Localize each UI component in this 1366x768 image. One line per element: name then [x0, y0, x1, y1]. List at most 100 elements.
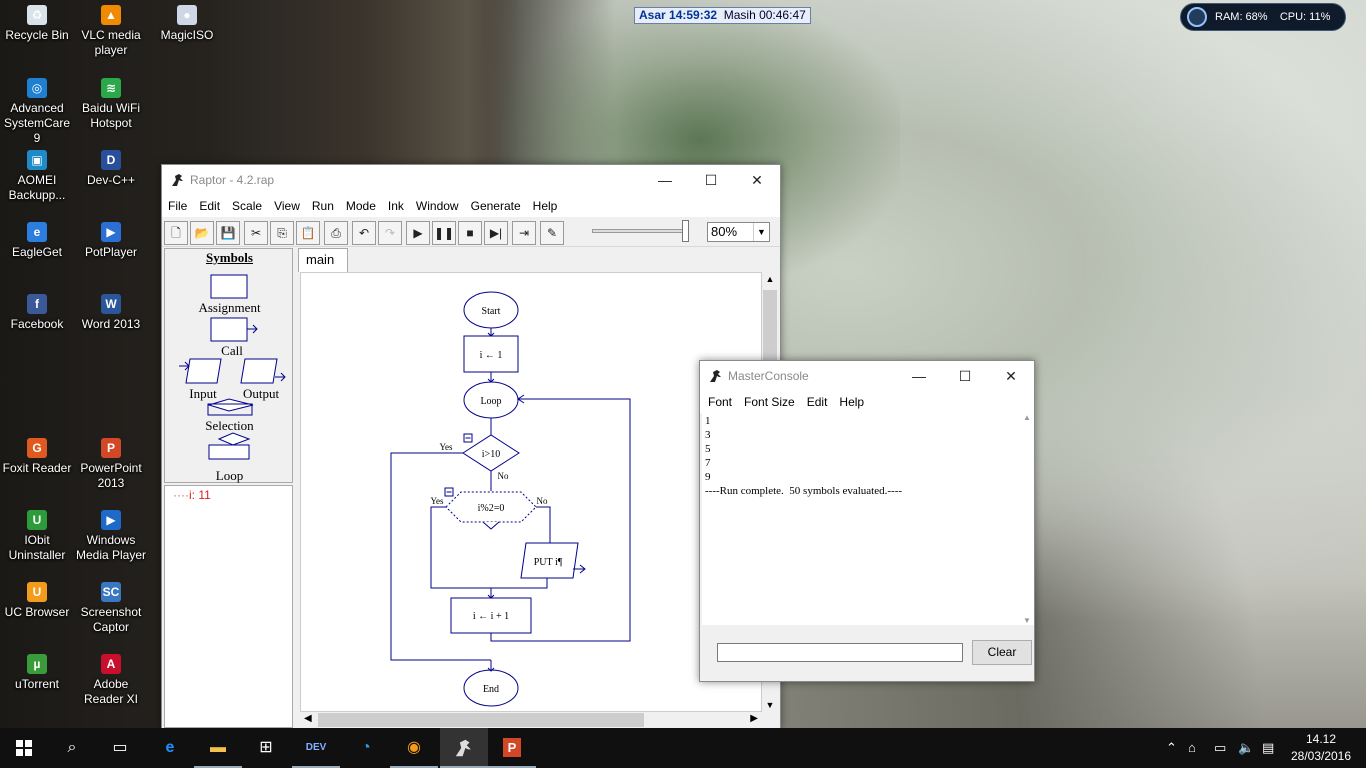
menu-item[interactable]: Edit [801, 391, 834, 413]
windows-start-icon[interactable] [0, 728, 48, 768]
speed-slider-track[interactable] [592, 229, 686, 233]
canvas-horizontal-scrollbar[interactable]: ◀ ▶ [300, 712, 762, 728]
new-file-icon[interactable]: 🗋 [164, 221, 188, 245]
horizontal-scroll-thumb[interactable] [318, 713, 644, 727]
desktop-icon[interactable]: ▶ Windows Media Player [74, 510, 148, 563]
scroll-up-icon[interactable]: ▲ [1020, 413, 1034, 422]
menu-item[interactable]: Edit [193, 195, 226, 217]
edge-icon[interactable]: e [146, 728, 194, 768]
symbol-selection[interactable]: Selection [165, 418, 294, 434]
desktop-icon[interactable]: W Word 2013 [74, 294, 148, 332]
desktop-icon[interactable]: e EagleGet [0, 222, 74, 260]
desktop-icon[interactable]: ▶ PotPlayer [74, 222, 148, 260]
pen-icon[interactable]: ✎ [540, 221, 564, 245]
symbol-call[interactable]: Call [165, 343, 299, 359]
desktop-icon[interactable]: G Foxit Reader [0, 438, 74, 476]
maximize-button[interactable]: ☐ [688, 165, 734, 195]
scroll-left-icon[interactable]: ◀ [304, 713, 312, 724]
desktop-icon[interactable]: A Adobe Reader XI [74, 654, 148, 707]
desktop-icon[interactable]: U IObit Uninstaller [0, 510, 74, 563]
desktop-icon[interactable]: ▲ VLC media player [74, 5, 148, 58]
copy-icon[interactable]: ⎘ [270, 221, 294, 245]
minimize-button[interactable]: — [642, 165, 688, 195]
desktop-icon[interactable]: ≋ Baidu WiFi Hotspot [74, 78, 148, 131]
symbol-output[interactable]: Output [235, 386, 287, 402]
uc-browser-icon[interactable]: ◉ [390, 728, 438, 768]
network-icon[interactable]: ⌂ [1188, 728, 1196, 768]
clear-button[interactable]: Clear [972, 640, 1032, 665]
paste-icon[interactable]: 📋 [296, 221, 320, 245]
raptor-taskbar-icon[interactable] [440, 728, 488, 768]
system-monitor-widget[interactable]: RAM: 68% CPU: 11% [1180, 3, 1346, 31]
desktop-icon[interactable]: ◎ Advanced SystemCare 9 [0, 78, 74, 146]
desktop-icon[interactable]: ● MagicISO [150, 5, 224, 43]
console-line: 7 [705, 457, 711, 469]
menu-item[interactable]: Font [702, 391, 738, 413]
save-icon[interactable]: 💾 [216, 221, 240, 245]
flowchart-canvas[interactable]: Start i ← 1 Loop i>10 Yes No i%2=0 Yes N… [300, 272, 762, 712]
tab-main[interactable]: main [298, 248, 348, 272]
close-button[interactable]: ✕ [734, 165, 780, 195]
stop-icon[interactable]: ■ [458, 221, 482, 245]
desktop-icon[interactable]: f Facebook [0, 294, 74, 332]
symbol-loop[interactable]: Loop [165, 468, 294, 484]
powerpoint-icon[interactable]: P [488, 728, 536, 768]
step-icon[interactable]: ▶| [484, 221, 508, 245]
undo-icon[interactable]: ↶ [352, 221, 376, 245]
cut-icon[interactable]: ✂ [244, 221, 268, 245]
console-scrollbar[interactable]: ▲ ▼ [1020, 413, 1034, 625]
console-output[interactable]: 1 3 5 7 9 ----Run complete. 50 symbols evalua… [702, 413, 1020, 625]
test-server-icon[interactable]: ⇥ [512, 221, 536, 245]
notification-icon[interactable]: ▤ [1262, 728, 1274, 768]
desktop-icon[interactable]: ▣ AOMEI Backupp... [0, 150, 74, 203]
yes-label-2: Yes [430, 496, 444, 506]
menu-item[interactable]: Font Size [738, 391, 801, 413]
display-icon[interactable]: ▭ [1214, 728, 1226, 768]
menu-item[interactable]: Run [306, 195, 340, 217]
open-folder-icon[interactable]: 📂 [190, 221, 214, 245]
devcpp-icon[interactable]: DEV [292, 728, 340, 768]
scroll-right-icon[interactable]: ▶ [750, 713, 758, 724]
pause-icon[interactable]: ❚❚ [432, 221, 456, 245]
menu-item[interactable]: Mode [340, 195, 382, 217]
menu-item[interactable]: Scale [226, 195, 268, 217]
desktop-icon[interactable]: µ uTorrent [0, 654, 74, 692]
symbol-assignment[interactable]: Assignment [165, 300, 294, 316]
eagleget-icon[interactable]: ◔ [342, 728, 390, 768]
raptor-titlebar[interactable]: Raptor - 4.2.rap — ☐ ✕ [162, 165, 780, 195]
maximize-button[interactable]: ☐ [942, 361, 988, 391]
scroll-up-icon[interactable]: ▲ [762, 274, 778, 284]
desktop-icon[interactable]: U UC Browser [0, 582, 74, 620]
desktop-icon[interactable]: D Dev-C++ [74, 150, 148, 188]
task-view-icon[interactable]: ▭ [96, 728, 144, 768]
store-icon[interactable]: ⊞ [242, 728, 290, 768]
desktop-icon[interactable]: P PowerPoint 2013 [74, 438, 148, 491]
menu-item[interactable]: Help [527, 195, 564, 217]
speed-slider-thumb[interactable] [682, 220, 689, 242]
scroll-down-icon[interactable]: ▼ [1020, 616, 1034, 625]
zoom-select[interactable]: 80% ▼ [707, 222, 770, 242]
desktop-icon[interactable]: ♻ Recycle Bin [0, 5, 74, 43]
menu-item[interactable]: Ink [382, 195, 410, 217]
file-explorer-icon[interactable]: ▬ [194, 728, 242, 768]
taskbar-clock[interactable]: 14.12 28/03/2016 [1286, 731, 1356, 765]
show-hidden-icons-icon[interactable]: ⌃ [1166, 728, 1177, 768]
close-button[interactable]: ✕ [988, 361, 1034, 391]
menu-item[interactable]: View [268, 195, 306, 217]
console-input[interactable] [717, 643, 963, 662]
end-label: End [483, 684, 499, 695]
volume-icon[interactable]: 🔈 [1238, 728, 1254, 768]
scroll-down-icon[interactable]: ▼ [762, 700, 778, 710]
menu-item[interactable]: Generate [465, 195, 527, 217]
desktop-icon[interactable]: SC Screenshot Captor [74, 582, 148, 635]
minimize-button[interactable]: — [896, 361, 942, 391]
menu-item[interactable]: Help [833, 391, 870, 413]
menu-item[interactable]: File [162, 195, 193, 217]
search-icon[interactable]: ⌕ [48, 728, 96, 768]
menu-item[interactable]: Window [410, 195, 465, 217]
print-icon[interactable]: ⎙ [324, 221, 348, 245]
console-titlebar[interactable]: MasterConsole — ☐ ✕ [700, 361, 1034, 391]
redo-icon[interactable]: ↷ [378, 221, 402, 245]
run-icon[interactable]: ▶ [406, 221, 430, 245]
symbol-input[interactable]: Input [179, 386, 227, 402]
